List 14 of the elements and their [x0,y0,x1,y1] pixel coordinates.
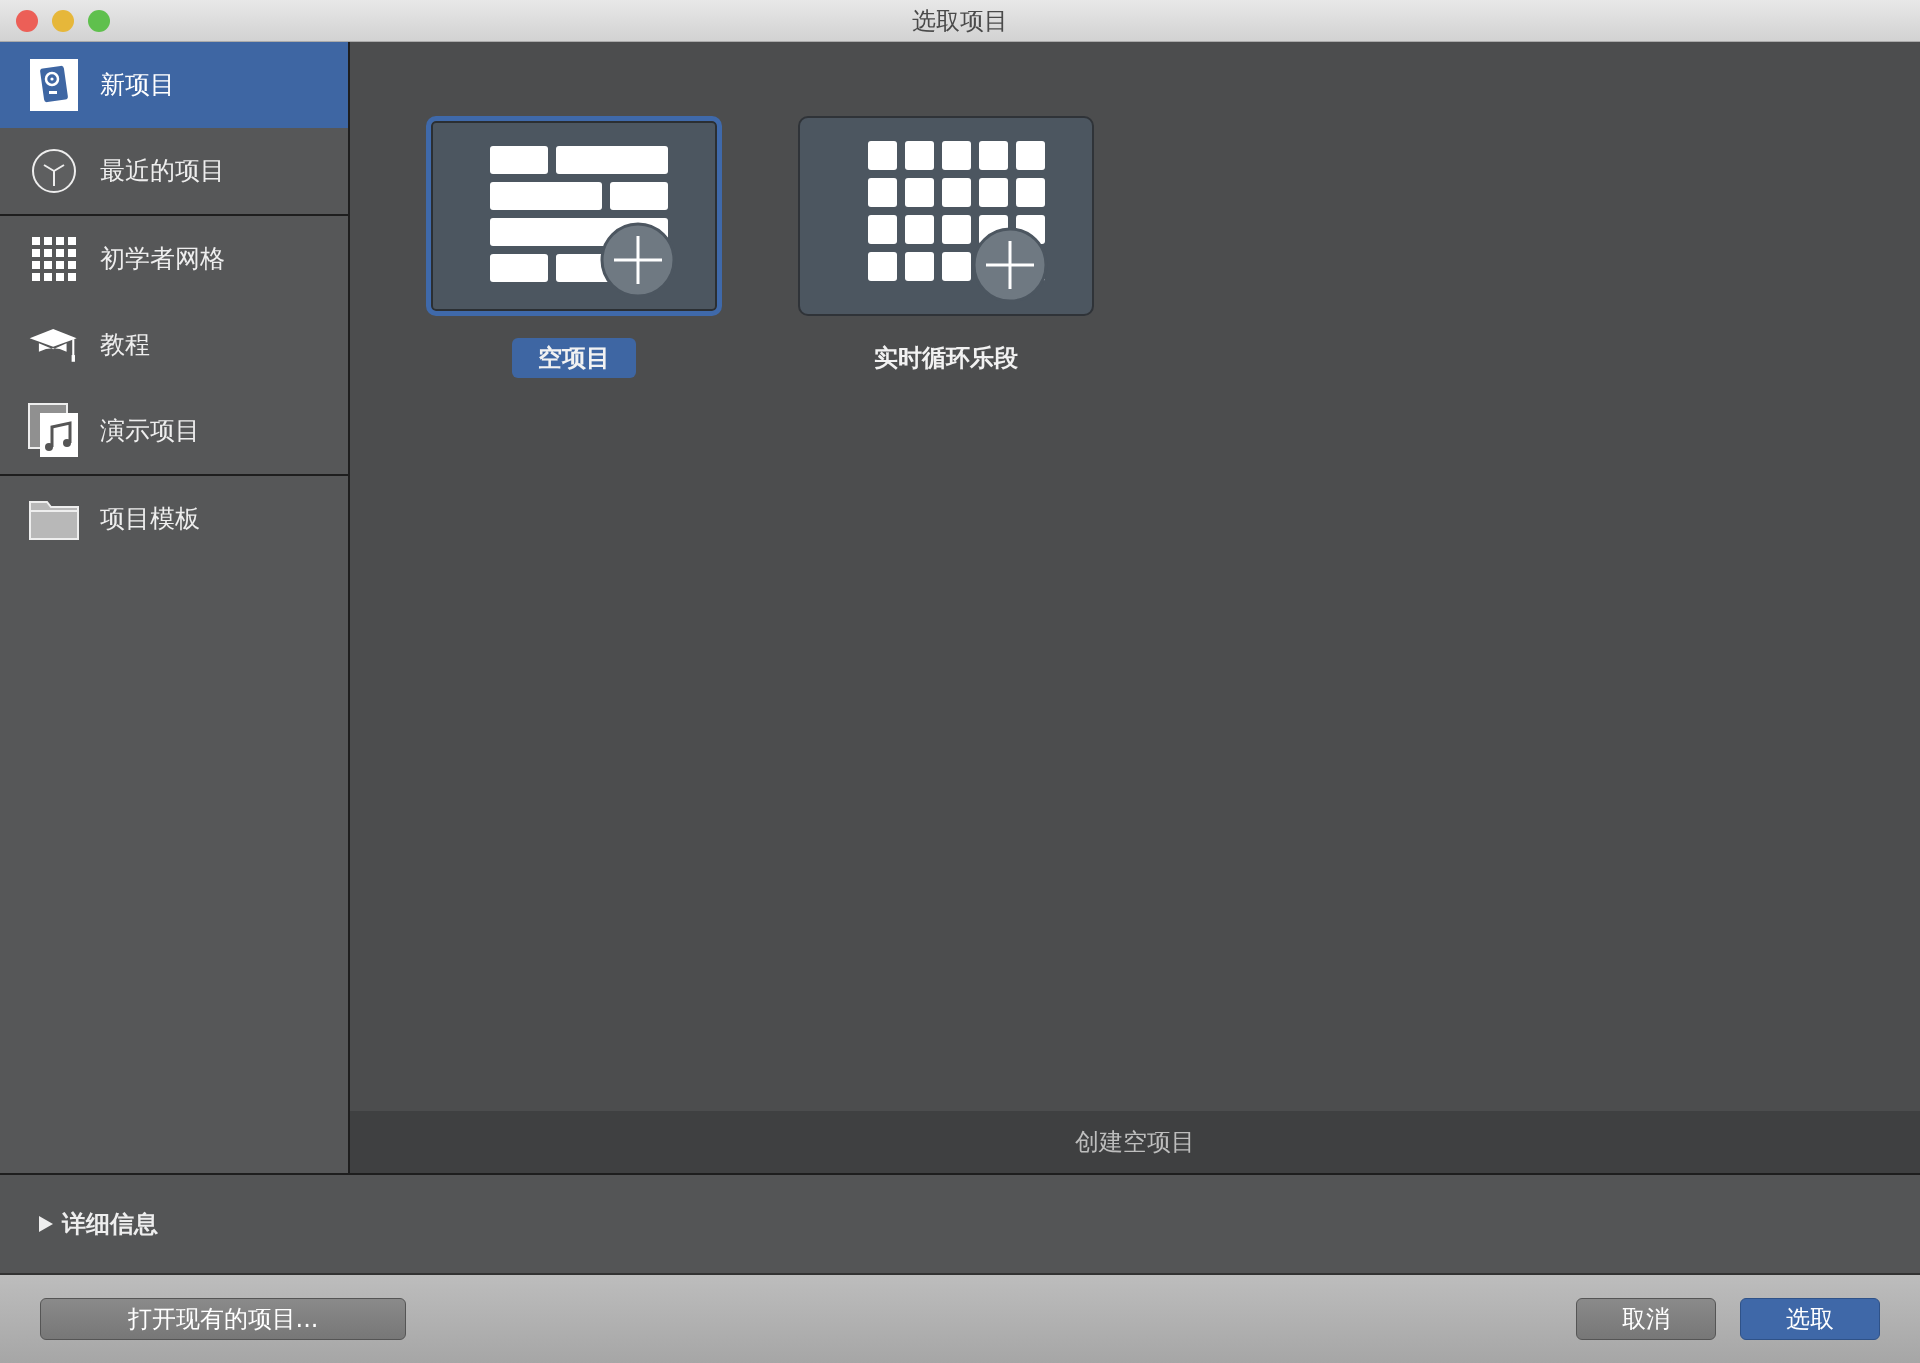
sidebar-item[interactable]: 初学者网格 [0,216,348,302]
template-description: 创建空项目 [1075,1127,1195,1158]
template-label[interactable]: 空项目 [512,338,636,378]
sidebar-item[interactable]: 教程 [0,302,348,388]
sidebar-item[interactable]: 最近的项目 [0,128,348,214]
sidebar-item[interactable]: 项目模板 [0,476,348,562]
open-project-button[interactable]: 打开现有的项目... [40,1298,406,1340]
sidebar-item[interactable]: 新项目 [0,42,348,128]
window-title: 选取项目 [912,5,1008,37]
template-label[interactable]: 实时循环乐段 [848,338,1044,378]
details-label[interactable]: 详细信息 [62,1206,158,1242]
cancel-button[interactable]: 取消 [1576,1298,1716,1340]
choose-button[interactable]: 选取 [1740,1298,1880,1340]
sidebar-item[interactable]: 演示项目 [0,388,348,474]
